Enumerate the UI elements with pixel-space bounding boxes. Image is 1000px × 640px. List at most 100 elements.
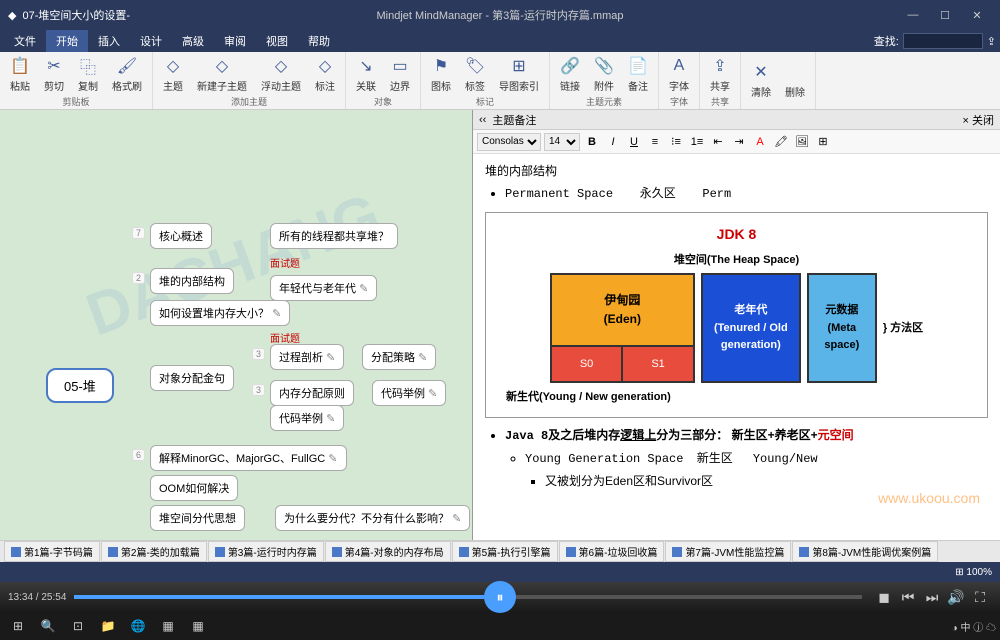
ribbon-4-2[interactable]: 📄备注: [622, 54, 654, 95]
menu-tab-0[interactable]: 文件: [4, 30, 46, 52]
notes-content[interactable]: 堆的内部结构 Permanent Space 永久区 Perm JDK 8 堆空…: [473, 154, 1000, 540]
search-input[interactable]: [903, 33, 983, 49]
notes-close-button[interactable]: × 关闭: [963, 112, 994, 128]
number-list-button[interactable]: 1≡: [688, 133, 706, 151]
young-gen-box: 伊甸园 (Eden) S0 S1: [550, 273, 695, 383]
underline-button[interactable]: U: [625, 133, 643, 151]
doc-tab-2[interactable]: 第3篇-运行时内存篇: [208, 541, 324, 562]
notes-panel: ‹‹ 主题备注 × 关闭 Consolas 14 B I U ≡ ⁝≡ 1≡ ⇤…: [472, 110, 1000, 540]
mm-node-14[interactable]: 为什么要分代？不分有什么影响？ ✎: [275, 505, 470, 531]
menu-tab-5[interactable]: 审阅: [214, 30, 256, 52]
menu-tab-7[interactable]: 帮助: [298, 30, 340, 52]
align-left-button[interactable]: ≡: [646, 133, 664, 151]
edit-icon: ✎: [428, 388, 437, 400]
zoom-level[interactable]: 100%: [966, 567, 992, 578]
ribbon-6-0[interactable]: ⇪共享: [704, 54, 736, 95]
bold-button[interactable]: B: [583, 133, 601, 151]
ribbon-3-0[interactable]: ⚑图标: [425, 54, 457, 95]
view-icons[interactable]: ⊞: [955, 567, 963, 578]
main-node-0[interactable]: 05-堆: [46, 368, 114, 403]
file-explorer-icon[interactable]: 📁: [94, 614, 122, 638]
mm-node-13[interactable]: 堆空间分代思想: [150, 505, 245, 531]
doc-tab-3[interactable]: 第4篇-对象的内存布局: [325, 541, 451, 562]
young-bullet: Young Generation Space 新生区 Young/New 又被划…: [525, 449, 988, 491]
menu-tab-3[interactable]: 设计: [130, 30, 172, 52]
maximize-button[interactable]: ☐: [930, 5, 960, 25]
mm-node-11[interactable]: 解释MinorGC、MajorGC、FullGC ✎: [150, 445, 347, 471]
ribbon-7-1[interactable]: 删除: [779, 54, 811, 107]
app-icon-1[interactable]: ▦: [154, 614, 182, 638]
ribbon-0-1[interactable]: ✂剪切: [38, 54, 70, 95]
ribbon-2-1[interactable]: ▭边界: [384, 54, 416, 95]
tray-icons[interactable]: ◑ 中 ⓙ ☁: [952, 619, 996, 634]
next-button[interactable]: ⏭: [920, 585, 944, 609]
doc-tab-0[interactable]: 第1篇-字节码篇: [4, 541, 100, 562]
panel-collapse-icon[interactable]: ‹‹: [479, 114, 486, 126]
mm-node-0[interactable]: 核心概述: [150, 223, 212, 249]
doc-tab-7[interactable]: 第8篇-JVM性能调优案例篇: [792, 541, 938, 562]
mindmap-panel[interactable]: DACHANG 05-堆06-方法区核心概述7所有的线程都共享堆？堆的内部结构2…: [0, 110, 472, 540]
task-view[interactable]: ⊡: [64, 614, 92, 638]
outdent-button[interactable]: ⇤: [709, 133, 727, 151]
play-pause-button[interactable]: ⏸: [484, 581, 516, 613]
ribbon-7-0[interactable]: ✕清除: [745, 54, 777, 107]
stop-button[interactable]: ◼: [872, 585, 896, 609]
ribbon-4-1[interactable]: 📎附件: [588, 54, 620, 95]
mm-node-5[interactable]: 过程剖析 ✎: [270, 344, 344, 370]
italic-button[interactable]: I: [604, 133, 622, 151]
fullscreen-button[interactable]: ⛶: [968, 585, 992, 609]
font-color-button[interactable]: A: [751, 133, 769, 151]
ribbon-2-0[interactable]: ↘关联: [350, 54, 382, 95]
ribbon-4-0[interactable]: 🔗链接: [554, 54, 586, 95]
badge-icon: 7: [132, 227, 145, 239]
insert-image-button[interactable]: 🖼: [793, 133, 811, 151]
browser-icon[interactable]: 🌐: [124, 614, 152, 638]
mm-node-10[interactable]: 代码举例 ✎: [270, 405, 344, 431]
minimize-button[interactable]: —: [898, 5, 928, 25]
doc-tab-6[interactable]: 第7篇-JVM性能监控篇: [665, 541, 791, 562]
menu-tab-1[interactable]: 开始: [46, 30, 88, 52]
doc-tab-4[interactable]: 第5篇-执行引擎篇: [452, 541, 558, 562]
ribbon-0-2[interactable]: ⿻复制: [72, 54, 104, 95]
start-button[interactable]: ⊞: [4, 614, 32, 638]
ribbon-1-1[interactable]: ◇新建子主题: [191, 54, 253, 95]
mm-node-12[interactable]: OOM如何解决: [150, 475, 238, 501]
mm-node-1[interactable]: 所有的线程都共享堆？: [270, 223, 398, 249]
ribbon-3-2[interactable]: ⊞导图索引: [493, 54, 545, 95]
ribbon-icon: A: [669, 56, 689, 76]
mm-node-9[interactable]: 代码举例 ✎: [372, 380, 446, 406]
mm-node-7[interactable]: 分配策略 ✎: [362, 344, 436, 370]
prev-button[interactable]: ⏮: [896, 585, 920, 609]
doc-tab-5[interactable]: 第6篇-垃圾回收篇: [559, 541, 665, 562]
edit-icon: ✎: [359, 283, 368, 295]
mm-node-3[interactable]: 年轻代与老年代 ✎: [270, 275, 377, 301]
bullet-list-button[interactable]: ⁝≡: [667, 133, 685, 151]
indent-button[interactable]: ⇥: [730, 133, 748, 151]
app-icon-2[interactable]: ▦: [184, 614, 212, 638]
edit-icon: ✎: [328, 453, 337, 465]
ribbon-1-0[interactable]: ◇主题: [157, 54, 189, 95]
font-size-select[interactable]: 14: [544, 133, 580, 151]
mm-node-8[interactable]: 内存分配原则: [270, 380, 354, 406]
mm-node-4[interactable]: 如何设置堆内存大小？ ✎: [150, 300, 290, 326]
insert-table-button[interactable]: ⊞: [814, 133, 832, 151]
ribbon-5-0[interactable]: A字体: [663, 54, 695, 95]
doc-tab-1[interactable]: 第2篇-类的加载篇: [101, 541, 207, 562]
search-taskbar[interactable]: 🔍: [34, 614, 62, 638]
close-button[interactable]: ✕: [962, 5, 992, 25]
player-progress[interactable]: [74, 595, 862, 599]
ribbon-0-3[interactable]: 🖌格式刷: [106, 54, 148, 95]
volume-button[interactable]: 🔊: [944, 585, 968, 609]
ribbon-1-2[interactable]: ◇浮动主题: [255, 54, 307, 95]
font-family-select[interactable]: Consolas: [477, 133, 541, 151]
menu-tab-2[interactable]: 插入: [88, 30, 130, 52]
ribbon-1-3[interactable]: ◇标注: [309, 54, 341, 95]
ribbon-0-0[interactable]: 📋粘贴: [4, 54, 36, 95]
mm-node-2[interactable]: 堆的内部结构: [150, 268, 234, 294]
highlight-button[interactable]: 🖍: [772, 133, 790, 151]
ribbon-3-1[interactable]: 🏷标签: [459, 54, 491, 95]
menu-tab-6[interactable]: 视图: [256, 30, 298, 52]
mm-node-6[interactable]: 对象分配金句: [150, 365, 234, 391]
share-icon[interactable]: ⇪: [987, 35, 996, 48]
menu-tab-4[interactable]: 高级: [172, 30, 214, 52]
